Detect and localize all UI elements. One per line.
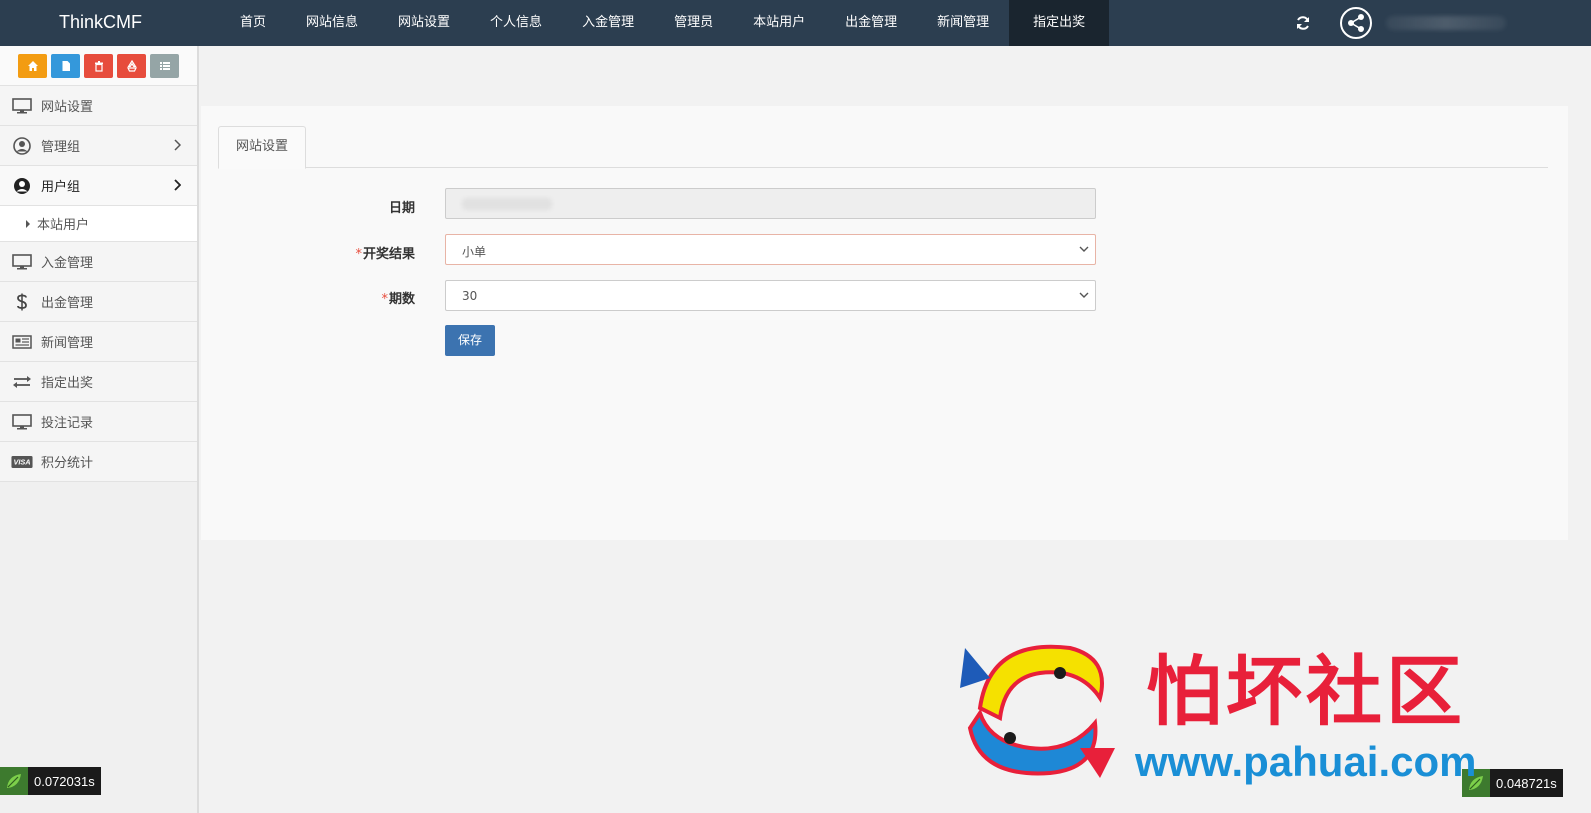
date-field[interactable] — [445, 188, 1096, 219]
sidebar-item-bet-records[interactable]: 投注记录 — [0, 402, 197, 442]
shortcut-file-button[interactable] — [51, 53, 80, 78]
top-nav-items: 首页 网站信息 网站设置 个人信息 入金管理 管理员 本站用户 出金管理 新闻管… — [220, 0, 1110, 46]
monitor-icon — [11, 412, 33, 432]
newspaper-icon — [11, 332, 33, 352]
timing-value: 0.072031s — [34, 773, 95, 789]
refresh-icon[interactable] — [1290, 10, 1316, 36]
period-select-value: 30 — [462, 289, 478, 303]
sidebar-item-designated-draw[interactable]: 指定出奖 — [0, 362, 197, 402]
date-label-text: 日期 — [388, 201, 415, 216]
nav-item-home[interactable]: 首页 — [220, 0, 286, 46]
sidebar-item-label: 入金管理 — [41, 256, 94, 271]
sidebar-item-deposit-management[interactable]: 入金管理 — [0, 242, 197, 282]
svg-text:VISA: VISA — [13, 457, 30, 466]
tab-bar: 网站设置 — [218, 126, 1548, 169]
timing-badge-left: 0.072031s — [0, 767, 101, 795]
chevron-right-icon — [174, 139, 181, 151]
sidebar-subitem-label: 本站用户 — [37, 218, 90, 233]
sidebar-item-label: 新闻管理 — [41, 336, 94, 351]
sidebar-shortcuts — [0, 46, 197, 86]
share-icon — [1348, 14, 1364, 32]
leaf-icon — [0, 767, 28, 795]
home-icon — [27, 60, 38, 71]
nav-item-site-info[interactable]: 网站信息 — [286, 0, 378, 46]
watermark-url: www.pahuai.com — [1135, 738, 1477, 785]
sidebar-item-label: 网站设置 — [41, 100, 94, 115]
list-icon — [159, 61, 170, 70]
top-navbar: ThinkCMF 首页 网站信息 网站设置 个人信息 入金管理 管理员 本站用户… — [0, 0, 1591, 46]
sidebar-subitem-site-users[interactable]: 本站用户 — [0, 206, 197, 242]
required-mark: * — [381, 292, 388, 307]
nav-item-designated-draw[interactable]: 指定出奖 — [1009, 0, 1110, 46]
watermark: 怕坏社区 www.pahuai.com — [950, 628, 1550, 788]
dollar-icon — [11, 292, 33, 312]
period-select[interactable]: 30 — [445, 280, 1096, 311]
nav-item-site-settings[interactable]: 网站设置 — [378, 0, 470, 46]
sidebar-item-news-management[interactable]: 新闻管理 — [0, 322, 197, 362]
result-label: *开奖结果 — [215, 243, 415, 262]
file-icon — [62, 60, 70, 71]
recycle-icon — [126, 59, 137, 72]
tab-site-settings[interactable]: 网站设置 — [218, 126, 306, 169]
monitor-icon — [11, 252, 33, 272]
fish-logo-icon — [960, 644, 1115, 778]
nav-item-personal-info[interactable]: 个人信息 — [470, 0, 562, 46]
date-value-blurred — [462, 198, 552, 210]
period-label: *期数 — [215, 288, 415, 307]
navbar-right — [1290, 0, 1506, 46]
sidebar-item-label: 出金管理 — [41, 296, 94, 311]
shortcut-recycle-button[interactable] — [117, 53, 146, 78]
sidebar-item-withdrawal-management[interactable]: 出金管理 — [0, 282, 197, 322]
exchange-icon — [11, 372, 33, 392]
date-label: 日期 — [215, 197, 415, 216]
shortcut-trash-button[interactable] — [84, 53, 113, 78]
sidebar-item-admin-group[interactable]: 管理组 — [0, 126, 197, 166]
shortcut-list-button[interactable] — [150, 53, 179, 78]
content-panel — [201, 106, 1568, 540]
sidebar-item-label: 指定出奖 — [41, 376, 94, 391]
sidebar-item-points-statistics[interactable]: VISA 积分统计 — [0, 442, 197, 482]
nav-item-deposit-management[interactable]: 入金管理 — [562, 0, 654, 46]
sidebar-item-label: 用户组 — [41, 180, 81, 195]
trash-icon — [94, 60, 103, 72]
user-avatar[interactable] — [1340, 7, 1372, 39]
required-mark: * — [355, 247, 362, 262]
sidebar-item-user-group[interactable]: 用户组 — [0, 166, 197, 206]
sidebar: 网站设置 管理组 用户组 本站用户 入金管理 出金管理 新闻管理 指定出奖 投注… — [0, 46, 199, 813]
nav-item-withdrawal-management[interactable]: 出金管理 — [825, 0, 917, 46]
sidebar-item-label: 积分统计 — [41, 456, 94, 471]
period-label-text: 期数 — [388, 292, 415, 307]
monitor-icon — [11, 96, 33, 116]
save-button[interactable]: 保存 — [445, 325, 495, 356]
visa-icon: VISA — [11, 452, 33, 472]
chevron-right-icon — [174, 179, 181, 191]
nav-item-administrators[interactable]: 管理员 — [654, 0, 733, 46]
sidebar-item-label: 管理组 — [41, 140, 81, 155]
nav-item-site-users[interactable]: 本站用户 — [733, 0, 825, 46]
nav-item-news-management[interactable]: 新闻管理 — [917, 0, 1009, 46]
user-circle-icon — [11, 176, 33, 196]
watermark-title: 怕坏社区 — [1146, 647, 1466, 736]
sidebar-item-site-settings[interactable]: 网站设置 — [0, 86, 197, 126]
sidebar-item-label: 投注记录 — [41, 416, 94, 431]
user-name-blurred[interactable] — [1386, 16, 1506, 30]
result-select-value: 小单 — [462, 245, 487, 259]
brand-logo[interactable]: ThinkCMF — [59, 12, 142, 33]
user-circle-icon — [11, 136, 33, 156]
shortcut-home-button[interactable] — [18, 53, 47, 78]
chevron-down-icon — [1079, 292, 1089, 298]
caret-right-icon — [26, 219, 30, 228]
result-select[interactable]: 小单 — [445, 234, 1096, 265]
chevron-down-icon — [1079, 246, 1089, 252]
result-label-text: 开奖结果 — [362, 247, 415, 262]
